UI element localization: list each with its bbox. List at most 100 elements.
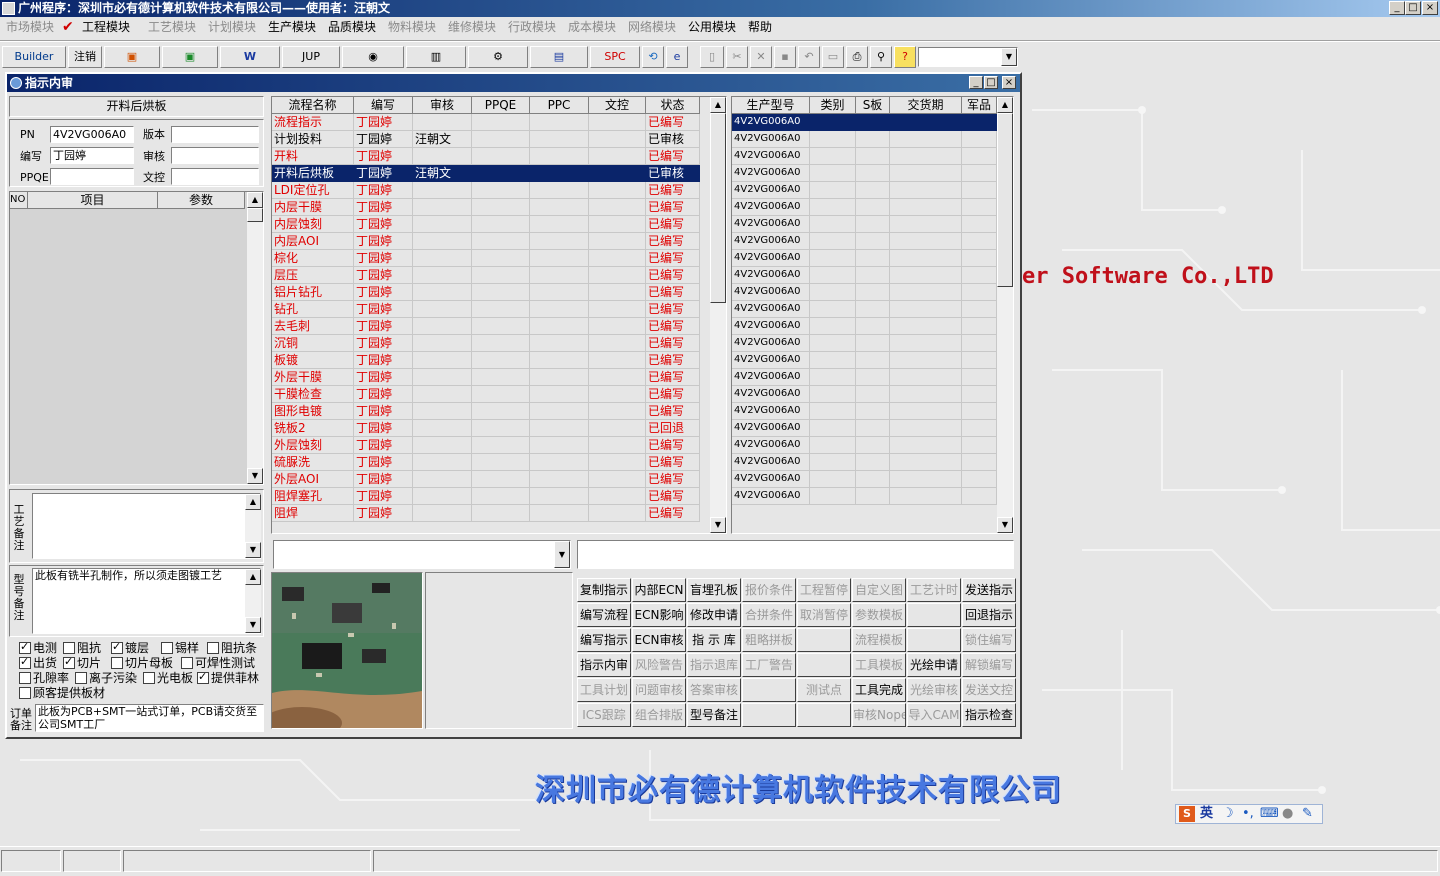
child-close-button[interactable]: × xyxy=(1002,76,1016,89)
menu-item[interactable]: 行政模块 xyxy=(508,19,556,35)
flow-combo[interactable]: ▼ xyxy=(273,540,571,569)
model-header[interactable]: S板 xyxy=(856,97,890,114)
flow-row[interactable]: 干膜检查 丁园婷 已编写 xyxy=(272,386,700,403)
model-note-scrollbar[interactable]: ▲ ▼ xyxy=(245,569,261,633)
action-button[interactable]: 内部ECN xyxy=(632,578,686,602)
author-field[interactable]: 丁园婷 xyxy=(50,147,134,164)
model-header[interactable]: 生产型号 xyxy=(732,97,810,114)
model-row[interactable]: 4V2VG006A0 xyxy=(732,199,997,216)
model-note-field[interactable]: 此板有铣半孔制作，所以须走图镀工艺 xyxy=(32,568,261,634)
model-row[interactable]: 4V2VG006A0 xyxy=(732,284,997,301)
jup-button[interactable]: JUP xyxy=(282,46,340,68)
ppqe-field[interactable] xyxy=(50,168,134,185)
pn-field[interactable]: 4V2VG006A0 xyxy=(50,126,134,143)
undo-icon[interactable]: ↶ xyxy=(798,46,820,68)
excel-icon[interactable]: ▣ xyxy=(162,46,218,68)
version-field[interactable] xyxy=(171,126,259,143)
param-header-item[interactable]: 项目 xyxy=(28,192,158,209)
flow-header[interactable]: 状态 xyxy=(646,97,700,114)
flow-row[interactable]: 铣板2 丁园婷 已回退 xyxy=(272,420,700,437)
flow-scrollbar[interactable]: ▲ ▼ xyxy=(710,97,726,533)
scroll-down-icon[interactable]: ▼ xyxy=(245,542,261,558)
option-checkbox[interactable]: 切片母板 xyxy=(111,656,173,670)
moon-icon[interactable]: ☽ xyxy=(1222,805,1234,823)
menu-item[interactable]: 成本模块 xyxy=(568,19,616,35)
menu-item[interactable]: 维修模块 xyxy=(448,19,496,35)
ime-mode[interactable]: 英 xyxy=(1200,805,1213,823)
action-button[interactable]: 指示内审 xyxy=(577,653,631,677)
action-button[interactable]: 盲埋孔板 xyxy=(687,578,741,602)
toolbar-combo[interactable]: ▼ xyxy=(918,47,1018,67)
option-checkbox[interactable]: 镀层 xyxy=(111,640,149,655)
param-header-no[interactable]: NO xyxy=(10,192,28,209)
model-row[interactable]: 4V2VG006A0 xyxy=(732,488,997,505)
refresh-icon[interactable]: ⟲ xyxy=(642,46,664,68)
keyboard-icon[interactable]: ⌨ xyxy=(1260,805,1279,823)
minimize-button[interactable]: _ xyxy=(1389,1,1405,15)
action-button[interactable]: 参数模板 xyxy=(852,603,906,627)
cut-icon[interactable]: ✂ xyxy=(726,46,748,68)
computer-icon[interactable]: ▤ xyxy=(530,46,588,68)
action-button[interactable]: 合拼条件 xyxy=(742,603,796,627)
model-row[interactable]: 4V2VG006A0 xyxy=(732,301,997,318)
scroll-up-icon[interactable]: ▲ xyxy=(710,97,726,113)
print-icon[interactable]: ⎙ xyxy=(846,46,868,68)
model-row[interactable]: 4V2VG006A0 xyxy=(732,471,997,488)
doccontrol-field[interactable] xyxy=(171,168,259,185)
action-button[interactable]: 指示检查 xyxy=(962,703,1016,727)
option-checkbox[interactable]: 切片 xyxy=(63,655,101,670)
flow-row[interactable]: 棕化 丁园婷 已编写 xyxy=(272,250,700,267)
find-icon[interactable]: ⚲ xyxy=(870,46,892,68)
scroll-down-icon[interactable]: ▼ xyxy=(997,517,1013,533)
model-row[interactable]: 4V2VG006A0 xyxy=(732,165,997,182)
menu-item[interactable]: 工程模块 xyxy=(82,19,130,35)
scroll-down-icon[interactable]: ▼ xyxy=(710,517,726,533)
model-row[interactable]: 4V2VG006A0 xyxy=(732,114,997,131)
flow-row[interactable]: 去毛刺 丁园婷 已编写 xyxy=(272,318,700,335)
flow-row[interactable]: 层压 丁园婷 已编写 xyxy=(272,267,700,284)
menu-item[interactable]: 生产模块 xyxy=(268,19,316,35)
action-button[interactable]: 风险警告 xyxy=(632,653,686,677)
model-header[interactable]: 交货期 xyxy=(890,97,962,114)
action-button[interactable]: ECN审核 xyxy=(632,628,686,652)
flow-row[interactable]: LDI定位孔 丁园婷 已编写 xyxy=(272,182,700,199)
flow-row[interactable]: 开料 丁园婷 已编写 xyxy=(272,148,700,165)
scroll-up-icon[interactable]: ▲ xyxy=(997,97,1013,113)
option-checkbox[interactable]: 阻抗条 xyxy=(207,641,257,655)
action-button[interactable]: 解锁编写 xyxy=(962,653,1016,677)
action-button[interactable]: 指 示 库 xyxy=(687,628,741,652)
model-row[interactable]: 4V2VG006A0 xyxy=(732,131,997,148)
chevron-down-icon[interactable]: ▼ xyxy=(554,541,570,568)
flow-row[interactable]: 计划投料 丁园婷 汪朝文 已审核 xyxy=(272,131,700,148)
flow-header[interactable]: PPC xyxy=(530,97,589,114)
model-row[interactable]: 4V2VG006A0 xyxy=(732,369,997,386)
preview-icon[interactable]: ▭ xyxy=(822,46,844,68)
action-button[interactable]: 导入CAM xyxy=(907,703,961,727)
empty-button[interactable] xyxy=(907,628,961,652)
menu-item[interactable]: 物料模块 xyxy=(388,19,436,35)
action-button[interactable]: 工具计划 xyxy=(577,678,631,702)
model-row[interactable]: 4V2VG006A0 xyxy=(732,148,997,165)
action-button[interactable]: 工具完成 xyxy=(852,678,906,702)
logout-button[interactable]: 注销 xyxy=(68,46,102,68)
flow-row[interactable]: 内层AOI 丁园婷 已编写 xyxy=(272,233,700,250)
action-button[interactable]: 工艺计时 xyxy=(907,578,961,602)
option-checkbox[interactable]: 光电板 xyxy=(143,671,193,685)
menu-item[interactable]: 计划模块 xyxy=(208,19,256,35)
menu-item[interactable]: 市场模块 xyxy=(6,19,54,35)
action-button[interactable]: 问题审核 xyxy=(632,678,686,702)
maximize-button[interactable]: □ xyxy=(1405,1,1421,15)
scroll-thumb[interactable] xyxy=(997,113,1013,287)
action-button[interactable]: 工程暂停 xyxy=(797,578,851,602)
flow-row[interactable]: 内层干膜 丁园婷 已编写 xyxy=(272,199,700,216)
delete-icon[interactable]: ✕ xyxy=(750,46,772,68)
flow-row[interactable]: 铝片钻孔 丁园婷 已编写 xyxy=(272,284,700,301)
action-button[interactable]: 自定义图 xyxy=(852,578,906,602)
menu-item[interactable]: 品质模块 xyxy=(328,19,376,35)
flow-row[interactable]: 内层蚀刻 丁园婷 已编写 xyxy=(272,216,700,233)
action-button[interactable]: 工具模板 xyxy=(852,653,906,677)
option-checkbox[interactable]: 出货 xyxy=(19,655,57,670)
scroll-up-icon[interactable]: ▲ xyxy=(245,494,261,510)
action-button[interactable]: ICS跟踪 xyxy=(577,703,631,727)
scroll-up-icon[interactable]: ▲ xyxy=(247,192,263,208)
